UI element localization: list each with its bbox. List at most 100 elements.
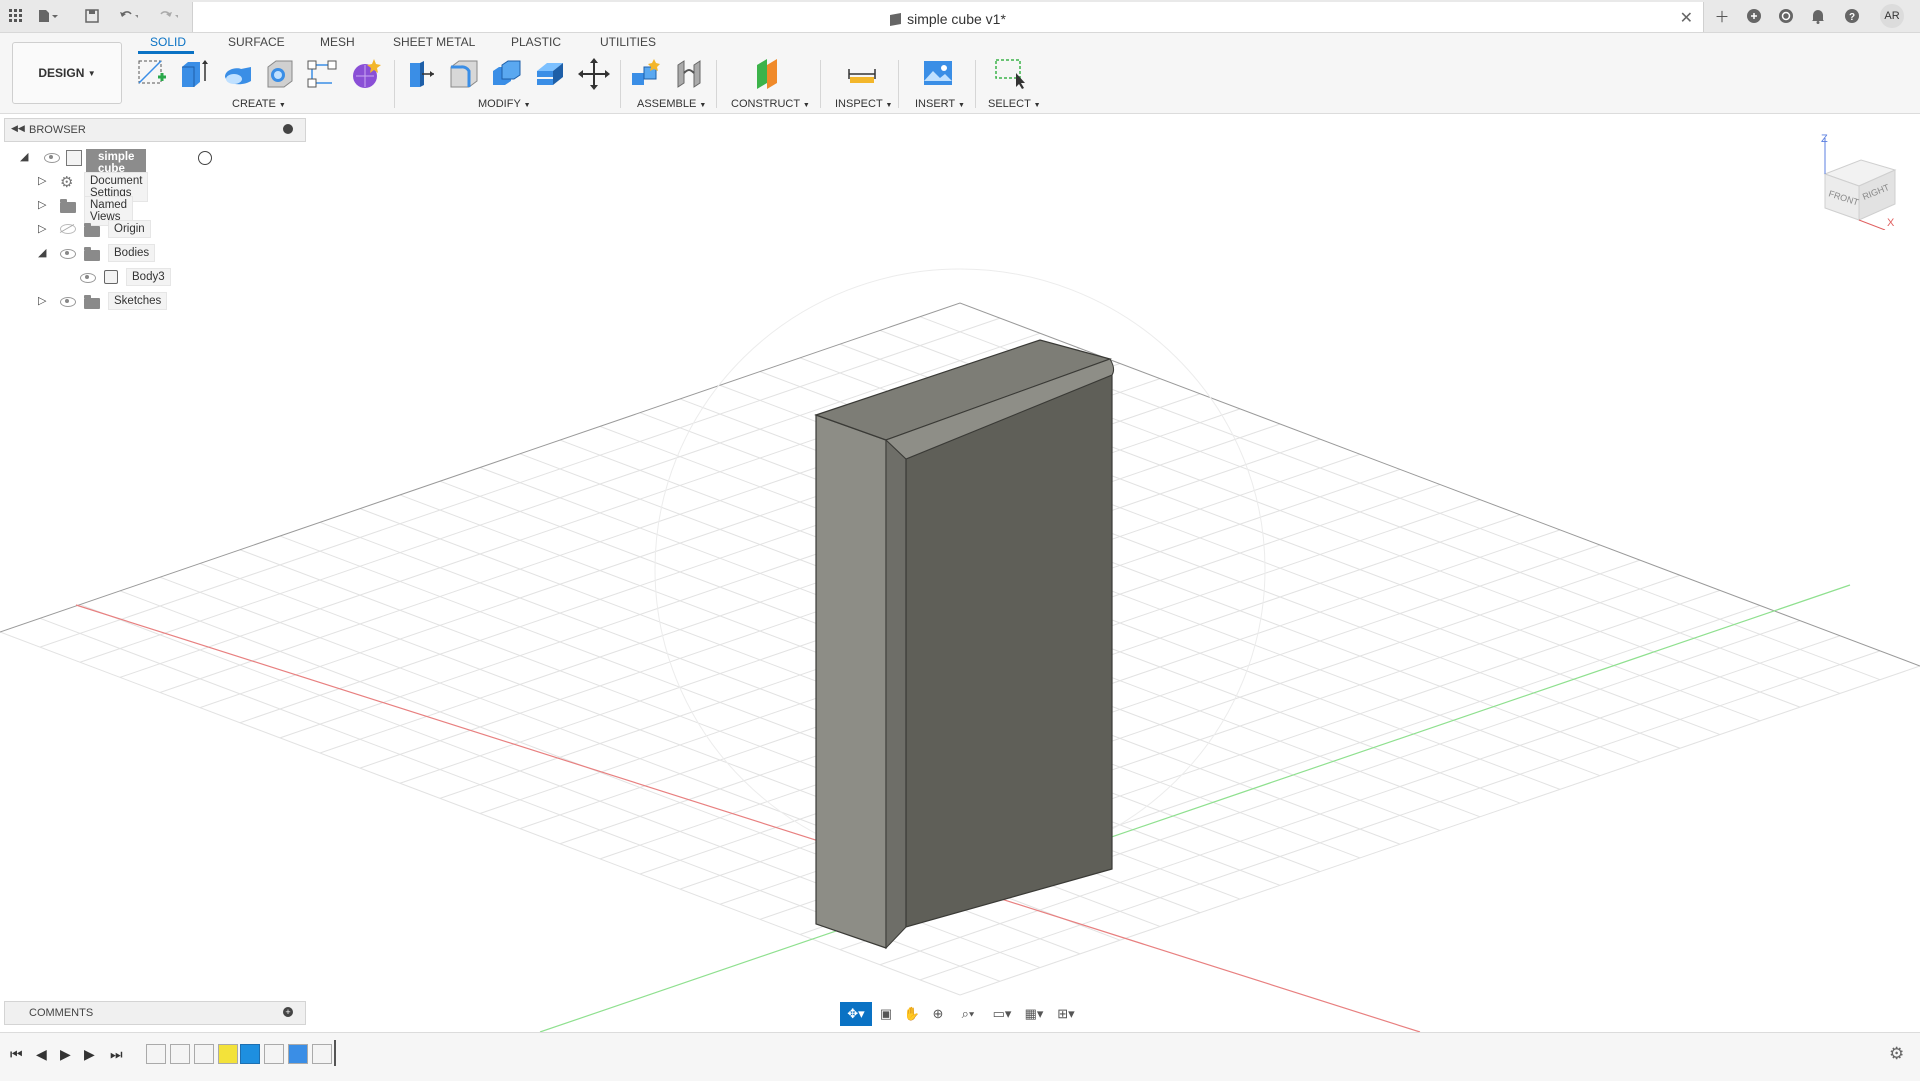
app-grid-icon[interactable] <box>6 6 26 26</box>
new-tab-icon[interactable]: ＋ <box>1712 6 1732 26</box>
timeline-first-icon[interactable]: ⏮ <box>10 1046 23 1063</box>
offset-plane-icon[interactable] <box>753 57 785 91</box>
comments-panel-header[interactable]: COMMENTS + <box>4 1001 306 1025</box>
tab-solid[interactable]: SOLID <box>150 35 186 49</box>
grid-settings-icon[interactable]: ▦▾ <box>1018 1002 1050 1026</box>
insert-canvas-icon[interactable] <box>922 57 954 91</box>
look-at-icon[interactable]: ▣ <box>874 1002 898 1026</box>
viewcube[interactable]: Z X FRONT RIGHT <box>1805 130 1905 230</box>
help-icon[interactable]: ? <box>1842 6 1862 26</box>
construct-group-label: CONSTRUCT <box>731 98 800 110</box>
shell-icon[interactable] <box>534 57 566 91</box>
insert-group-menu[interactable]: INSERT ▼ <box>915 98 965 110</box>
body3-solid[interactable] <box>814 339 1115 950</box>
collapsed-triangle-icon[interactable]: ▷ <box>38 222 46 235</box>
joint-icon[interactable] <box>674 57 706 91</box>
redo-icon[interactable] <box>158 6 178 26</box>
window-select-icon[interactable] <box>994 57 1026 91</box>
tab-mesh[interactable]: MESH <box>320 35 355 49</box>
caret-down-icon: ▼ <box>523 102 531 109</box>
timeline-sketch-feature[interactable] <box>264 1044 284 1064</box>
measure-icon[interactable] <box>846 57 878 91</box>
visibility-eye-icon[interactable] <box>44 153 60 163</box>
browser-panel-header[interactable]: ◀◀ BROWSER <box>4 118 306 142</box>
fit-zoom-icon[interactable]: ⌕▾ <box>952 1002 984 1026</box>
user-avatar[interactable]: AR <box>1880 4 1904 28</box>
pattern-icon[interactable] <box>306 57 338 91</box>
collapse-browser-icon[interactable]: ◀◀ <box>11 123 25 134</box>
tab-sheet-metal[interactable]: SHEET METAL <box>393 35 475 49</box>
notifications-bell-icon[interactable] <box>1808 6 1828 26</box>
3d-viewport[interactable] <box>0 114 1920 1032</box>
navigation-bar: ✥▾ ▣ ✋ ⊕ ⌕▾ ▭▾ ▦▾ ⊞▾ <box>838 1002 1078 1026</box>
save-icon[interactable] <box>82 6 102 26</box>
timeline-sketch-feature[interactable] <box>170 1044 190 1064</box>
extrude-icon[interactable] <box>178 57 210 91</box>
visibility-eye-icon[interactable] <box>80 273 96 283</box>
timeline-sketch-feature[interactable] <box>218 1044 238 1064</box>
add-comment-icon[interactable]: + <box>283 1007 293 1017</box>
timeline-sketch-feature[interactable] <box>146 1044 166 1064</box>
expanded-triangle-icon[interactable]: ◢ <box>38 246 46 259</box>
activate-radio-icon[interactable] <box>198 151 212 165</box>
create-group-menu[interactable]: CREATE ▼ <box>232 98 286 110</box>
press-pull-icon[interactable] <box>404 57 436 91</box>
new-component-icon[interactable] <box>630 57 662 91</box>
tab-plastic[interactable]: PLASTIC <box>511 35 561 49</box>
browser-minimize-icon[interactable] <box>283 124 293 134</box>
visibility-eye-icon[interactable] <box>60 297 76 307</box>
toolbar-separator <box>820 60 821 108</box>
timeline-extrude-feature[interactable] <box>240 1044 260 1064</box>
timeline-play-icon[interactable]: ▶ <box>60 1046 71 1063</box>
viewcube-x-axis <box>1858 219 1886 230</box>
move-copy-icon[interactable] <box>578 57 610 91</box>
visibility-eye-icon[interactable] <box>60 249 76 259</box>
zoom-icon[interactable]: ⊕ <box>926 1002 950 1026</box>
display-settings-icon[interactable]: ▭▾ <box>986 1002 1018 1026</box>
hidden-eye-icon[interactable] <box>60 224 76 234</box>
tab-utilities[interactable]: UTILITIES <box>600 35 656 49</box>
close-tab-icon[interactable]: ✕ <box>1680 8 1693 28</box>
file-menu-icon[interactable] <box>38 6 58 26</box>
collapsed-triangle-icon[interactable]: ▷ <box>38 294 46 307</box>
fillet-icon[interactable] <box>448 57 480 91</box>
timeline-fillet-feature[interactable] <box>312 1044 332 1064</box>
timeline-marker[interactable] <box>334 1040 336 1066</box>
revolve-icon[interactable] <box>222 57 254 91</box>
hole-icon[interactable] <box>264 57 296 91</box>
timeline-settings-gear-icon[interactable]: ⚙ <box>1889 1044 1904 1064</box>
timeline-last-icon[interactable]: ⏭ <box>110 1046 123 1063</box>
timeline-extrude-feature[interactable] <box>288 1044 308 1064</box>
select-group-menu[interactable]: SELECT ▼ <box>988 98 1041 110</box>
job-status-icon[interactable] <box>1776 6 1796 26</box>
create-form-icon[interactable] <box>350 57 382 91</box>
x-axis-line <box>75 604 1421 1032</box>
undo-icon[interactable] <box>118 6 138 26</box>
assemble-group-menu[interactable]: ASSEMBLE ▼ <box>637 98 706 110</box>
toolbar-separator <box>975 60 976 108</box>
timeline-sketch-feature[interactable] <box>194 1044 214 1064</box>
extensions-icon[interactable] <box>1744 6 1764 26</box>
timeline-previous-icon[interactable]: ◀ <box>36 1046 47 1063</box>
pan-hand-icon[interactable]: ✋ <box>900 1002 924 1026</box>
document-tab[interactable]: simple cube v1* ✕ <box>192 2 1704 32</box>
modify-group-menu[interactable]: MODIFY ▼ <box>478 98 531 110</box>
body-fillet-edge <box>885 438 907 950</box>
origin-label: Origin <box>108 220 151 238</box>
timeline-next-icon[interactable]: ▶ <box>84 1046 95 1063</box>
expanded-triangle-icon[interactable]: ◢ <box>20 150 28 163</box>
construct-group-menu[interactable]: CONSTRUCT ▼ <box>731 98 810 110</box>
inspect-group-label: INSPECT <box>835 98 883 110</box>
body-icon <box>104 270 118 284</box>
combine-icon[interactable] <box>490 57 522 91</box>
tab-surface[interactable]: SURFACE <box>228 35 285 49</box>
inspect-group-menu[interactable]: INSPECT ▼ <box>835 98 892 110</box>
collapsed-triangle-icon[interactable]: ▷ <box>38 198 46 211</box>
body-left-face <box>815 414 887 949</box>
orbit-icon[interactable]: ✥▾ <box>840 1002 872 1026</box>
collapsed-triangle-icon[interactable]: ▷ <box>38 174 46 187</box>
viewports-icon[interactable]: ⊞▾ <box>1050 1002 1082 1026</box>
create-sketch-icon[interactable] <box>136 57 168 91</box>
comments-title: COMMENTS <box>29 1007 94 1019</box>
workspace-switcher-button[interactable]: DESIGN ▼ <box>12 42 122 104</box>
